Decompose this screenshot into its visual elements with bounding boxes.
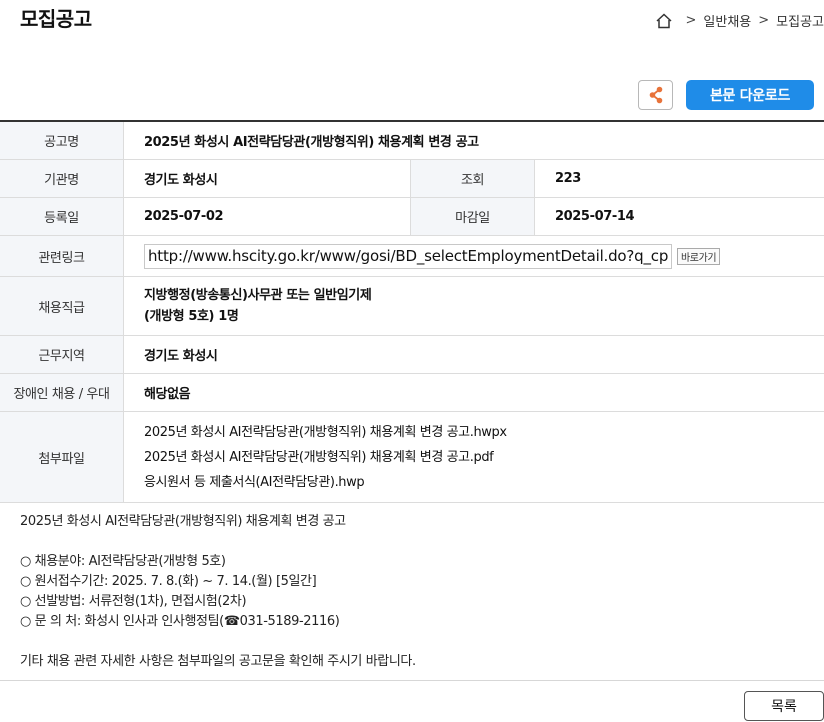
table-row: 공고명 2025년 화성시 AI전략담당관(개방형직위) 채용계획 변경 공고 [0,122,824,160]
breadcrumb-separator: > [758,13,770,28]
attachment-link[interactable]: 응시원서 등 제출서식(AI전략담당관).hwp [144,470,365,495]
disabled-label: 장애인 채용 / 우대 [0,374,124,411]
page-title: 모집공고 [20,7,92,31]
title-label: 공고명 [0,122,124,159]
goto-link-button[interactable]: 바로가기 [677,247,721,265]
body-spacer [20,632,416,652]
notice-body: 2025년 화성시 AI전략담당관(개방형직위) 채용계획 변경 공고 ○ 채용… [20,512,416,672]
link-cell: http://www.hscity.go.kr/www/gosi/BD_sele… [124,236,824,276]
disabled-value: 해당없음 [144,387,191,402]
breadcrumb-separator: > [685,13,697,28]
body-bullet: ○ 문 의 처: 화성시 인사과 인사행정팀(☎031-5189-2116) [20,614,340,629]
files-list: 2025년 화성시 AI전략담당관(개방형직위) 채용계획 변경 공고.hwpx… [124,412,824,502]
reg-date-value: 2025-07-02 [124,198,411,235]
title-value: 2025년 화성시 AI전략담당관(개방형직위) 채용계획 변경 공고 [144,135,479,150]
home-icon[interactable] [655,12,673,30]
body-spacer [20,532,416,552]
views-label: 조회 [411,160,535,197]
table-row: 등록일 2025-07-02 마감일 2025-07-14 [0,198,824,236]
table-row: 장애인 채용 / 우대 해당없음 [0,374,824,412]
views-value: 223 [555,171,581,186]
body-footer: 기타 채용 관련 자세한 사항은 첨부파일의 공고문을 확인해 주시기 바랍니다… [20,654,416,669]
table-row: 기관명 경기도 화성시 조회 223 [0,160,824,198]
share-icon [649,86,662,104]
divider [0,680,824,681]
related-link-field[interactable]: http://www.hscity.go.kr/www/gosi/BD_sele… [144,243,672,269]
table-row: 첨부파일 2025년 화성시 AI전략담당관(개방형직위) 채용계획 변경 공고… [0,412,824,503]
grade-value: 지방행정(방송통신)사무관 또는 일반임기제 (개방형 5호) 1명 [124,277,824,335]
grade-line: (개방형 5호) 1명 [144,309,239,324]
breadcrumb-item-general[interactable]: 일반채용 [703,11,751,30]
body-heading: 2025년 화성시 AI전략담당관(개방형직위) 채용계획 변경 공고 [20,514,346,529]
table-row: 근무지역 경기도 화성시 [0,336,824,374]
org-value: 경기도 화성시 [124,160,411,197]
org-label: 기관명 [0,160,124,197]
grade-line: 지방행정(방송통신)사무관 또는 일반임기제 [144,288,372,303]
body-bullet: ○ 선발방법: 서류전형(1차), 면접시험(2차) [20,594,247,609]
attachment-link[interactable]: 2025년 화성시 AI전략담당관(개방형직위) 채용계획 변경 공고.pdf [144,445,494,470]
body-bullet: ○ 원서접수기간: 2025. 7. 8.(화) ~ 7. 14.(월) [5일… [20,574,317,589]
reg-date-label: 등록일 [0,198,124,235]
location-value: 경기도 화성시 [144,349,218,364]
location-label: 근무지역 [0,336,124,373]
files-label: 첨부파일 [0,412,124,502]
grade-label: 채용직급 [0,277,124,335]
share-button[interactable] [638,80,673,110]
list-button[interactable]: 목록 [744,691,824,721]
link-label: 관련링크 [0,236,124,276]
breadcrumb-item-notice[interactable]: 모집공고 [776,11,824,30]
table-row: 관련링크 http://www.hscity.go.kr/www/gosi/BD… [0,236,824,277]
table-row: 채용직급 지방행정(방송통신)사무관 또는 일반임기제 (개방형 5호) 1명 [0,277,824,336]
download-body-button[interactable]: 본문 다운로드 [686,80,814,110]
breadcrumb: > 일반채용 > 모집공고 [655,11,824,30]
body-bullet: ○ 채용분야: AI전략담당관(개방형 5호) [20,554,226,569]
deadline-label: 마감일 [411,198,535,235]
attachment-link[interactable]: 2025년 화성시 AI전략담당관(개방형직위) 채용계획 변경 공고.hwpx [144,420,507,445]
detail-table: 공고명 2025년 화성시 AI전략담당관(개방형직위) 채용계획 변경 공고 … [0,120,824,503]
deadline-value: 2025-07-14 [555,209,635,224]
